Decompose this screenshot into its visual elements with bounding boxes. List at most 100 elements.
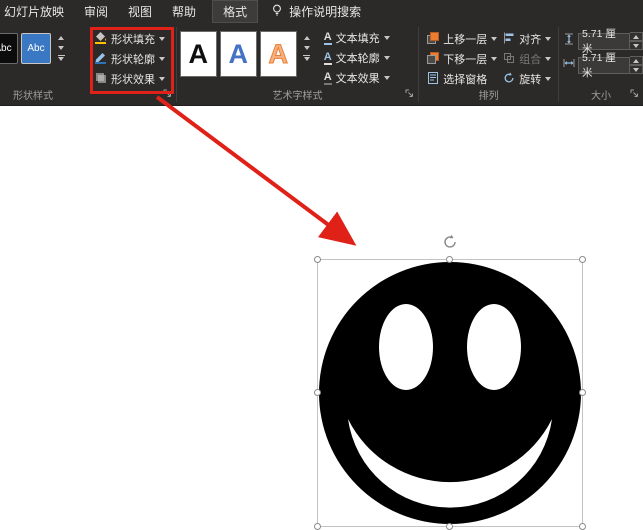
group-wordart-styles: A A A A 文本填充 A 文本轮廓 A [177, 23, 419, 105]
down-arrow-icon [58, 57, 64, 61]
tab-format[interactable]: 格式 [212, 0, 258, 23]
dropdown-arrow-icon [491, 37, 497, 41]
shape-height-icon [563, 32, 575, 50]
width-increase-button[interactable] [630, 56, 643, 65]
wordart-scroll-up-button[interactable] [300, 33, 314, 43]
align-button[interactable]: 对齐 [501, 29, 553, 49]
group-objects-label: 组合 [519, 51, 541, 67]
shape-outline-label: 形状轮廓 [111, 51, 155, 67]
dropdown-arrow-icon [384, 36, 390, 40]
resize-handle-top-left[interactable] [314, 256, 321, 263]
shape-width-input[interactable]: 5.71 厘米 [578, 57, 630, 74]
shape-styles-group-label: 形状样式 [0, 90, 176, 105]
send-backward-icon [427, 52, 439, 67]
resize-handle-middle-right[interactable] [579, 389, 586, 396]
shape-effects-button[interactable]: 形状效果 [92, 69, 167, 89]
tab-view[interactable]: 视图 [118, 0, 162, 23]
tell-me-search[interactable]: 操作说明搜索 [262, 0, 369, 23]
resize-handle-middle-left[interactable] [314, 389, 321, 396]
shape-fill-icon [94, 31, 107, 47]
wordart-style-tile-1[interactable]: A [180, 31, 217, 77]
group-objects-button[interactable]: 组合 [501, 49, 553, 69]
dropdown-arrow-icon [159, 37, 165, 41]
dropdown-arrow-icon [384, 56, 390, 60]
up-arrow-icon [633, 35, 639, 39]
up-arrow-icon [633, 59, 639, 63]
selection-pane-label: 选择窗格 [443, 71, 487, 87]
align-label: 对齐 [519, 31, 541, 47]
resize-handle-top-middle[interactable] [446, 256, 453, 263]
text-outline-label: 文本轮廓 [336, 50, 380, 66]
wordart-more-button[interactable] [300, 53, 314, 63]
down-arrow-icon [633, 68, 639, 72]
smiley-shape[interactable] [317, 259, 583, 527]
group-arrange: 上移一层 下移一层 选择窗格 [419, 23, 558, 105]
rotate-button[interactable]: 旋转 [501, 69, 553, 89]
shape-style-tile-1[interactable]: Abc [0, 33, 18, 64]
gallery-scroll-up-button[interactable] [54, 33, 68, 43]
smiley-face-graphic [318, 260, 582, 526]
wordart-scroll-down-button[interactable] [300, 43, 314, 53]
shape-style-tile-2[interactable]: Abc [21, 33, 51, 64]
shape-height-input[interactable]: 5.71 厘米 [578, 33, 630, 50]
shape-fill-button[interactable]: 形状填充 [92, 29, 167, 49]
more-icon [303, 55, 310, 56]
ribbon: Abc Abc 形状填充 形状轮廓 [0, 23, 643, 106]
group-objects-icon [503, 52, 515, 67]
dropdown-arrow-icon [491, 57, 497, 61]
group-size: 5.71 厘米 5.71 厘米 [559, 23, 643, 105]
dropdown-arrow-icon [545, 57, 551, 61]
text-fill-button[interactable]: A 文本填充 [322, 28, 392, 48]
tab-help[interactable]: 帮助 [162, 0, 206, 23]
resize-handle-bottom-left[interactable] [314, 523, 321, 530]
more-icon [58, 55, 65, 56]
height-increase-button[interactable] [630, 32, 643, 41]
shape-outline-button[interactable]: 形状轮廓 [92, 49, 167, 69]
dropdown-arrow-icon [545, 77, 551, 81]
bring-forward-button[interactable]: 上移一层 [425, 29, 499, 49]
tab-review[interactable]: 审阅 [74, 0, 118, 23]
tell-me-label: 操作说明搜索 [289, 3, 361, 20]
ribbon-tab-bar: 幻灯片放映 审阅 视图 帮助 格式 操作说明搜索 [0, 0, 643, 23]
down-arrow-icon [633, 44, 639, 48]
down-arrow-icon [304, 57, 310, 61]
width-decrease-button[interactable] [630, 65, 643, 74]
bring-forward-label: 上移一层 [443, 31, 487, 47]
selection-pane-button[interactable]: 选择窗格 [425, 69, 499, 89]
resize-handle-top-right[interactable] [579, 256, 586, 263]
down-arrow-icon [58, 46, 64, 50]
shape-styles-dialog-launcher-icon[interactable] [163, 85, 172, 103]
up-arrow-icon [58, 36, 64, 40]
resize-handle-bottom-right[interactable] [579, 523, 586, 530]
shape-effects-icon [94, 71, 107, 87]
text-effects-button[interactable]: A 文本效果 [322, 68, 392, 88]
rotate-icon [503, 72, 515, 87]
arrange-group-label: 排列 [419, 90, 558, 105]
resize-handle-bottom-middle[interactable] [446, 523, 453, 530]
send-backward-button[interactable]: 下移一层 [425, 49, 499, 69]
send-backward-label: 下移一层 [443, 51, 487, 67]
dropdown-arrow-icon [384, 76, 390, 80]
group-shape-styles: Abc Abc 形状填充 形状轮廓 [0, 23, 176, 105]
bring-forward-icon [427, 32, 439, 47]
height-decrease-button[interactable] [630, 41, 643, 50]
text-outline-icon: A [324, 52, 332, 65]
gallery-scroll-down-button[interactable] [54, 43, 68, 53]
shape-width-icon [563, 56, 575, 74]
size-dialog-launcher-icon[interactable] [630, 85, 639, 103]
text-outline-button[interactable]: A 文本轮廓 [322, 48, 392, 68]
lightbulb-icon [270, 3, 284, 20]
wordart-style-tile-3[interactable]: A [260, 31, 297, 77]
text-effects-label: 文本效果 [336, 70, 380, 86]
up-arrow-icon [304, 36, 310, 40]
wordart-group-label: 艺术字样式 [177, 90, 419, 105]
tab-slideshow[interactable]: 幻灯片放映 [0, 0, 74, 23]
wordart-dialog-launcher-icon[interactable] [405, 85, 414, 103]
gallery-more-button[interactable] [54, 53, 68, 63]
rotate-label: 旋转 [519, 71, 541, 87]
rotate-handle-icon[interactable] [442, 234, 458, 255]
slide-canvas[interactable] [0, 107, 643, 444]
wordart-style-tile-2[interactable]: A [220, 31, 257, 77]
shape-outline-icon [94, 51, 107, 67]
shape-effects-label: 形状效果 [111, 71, 155, 87]
